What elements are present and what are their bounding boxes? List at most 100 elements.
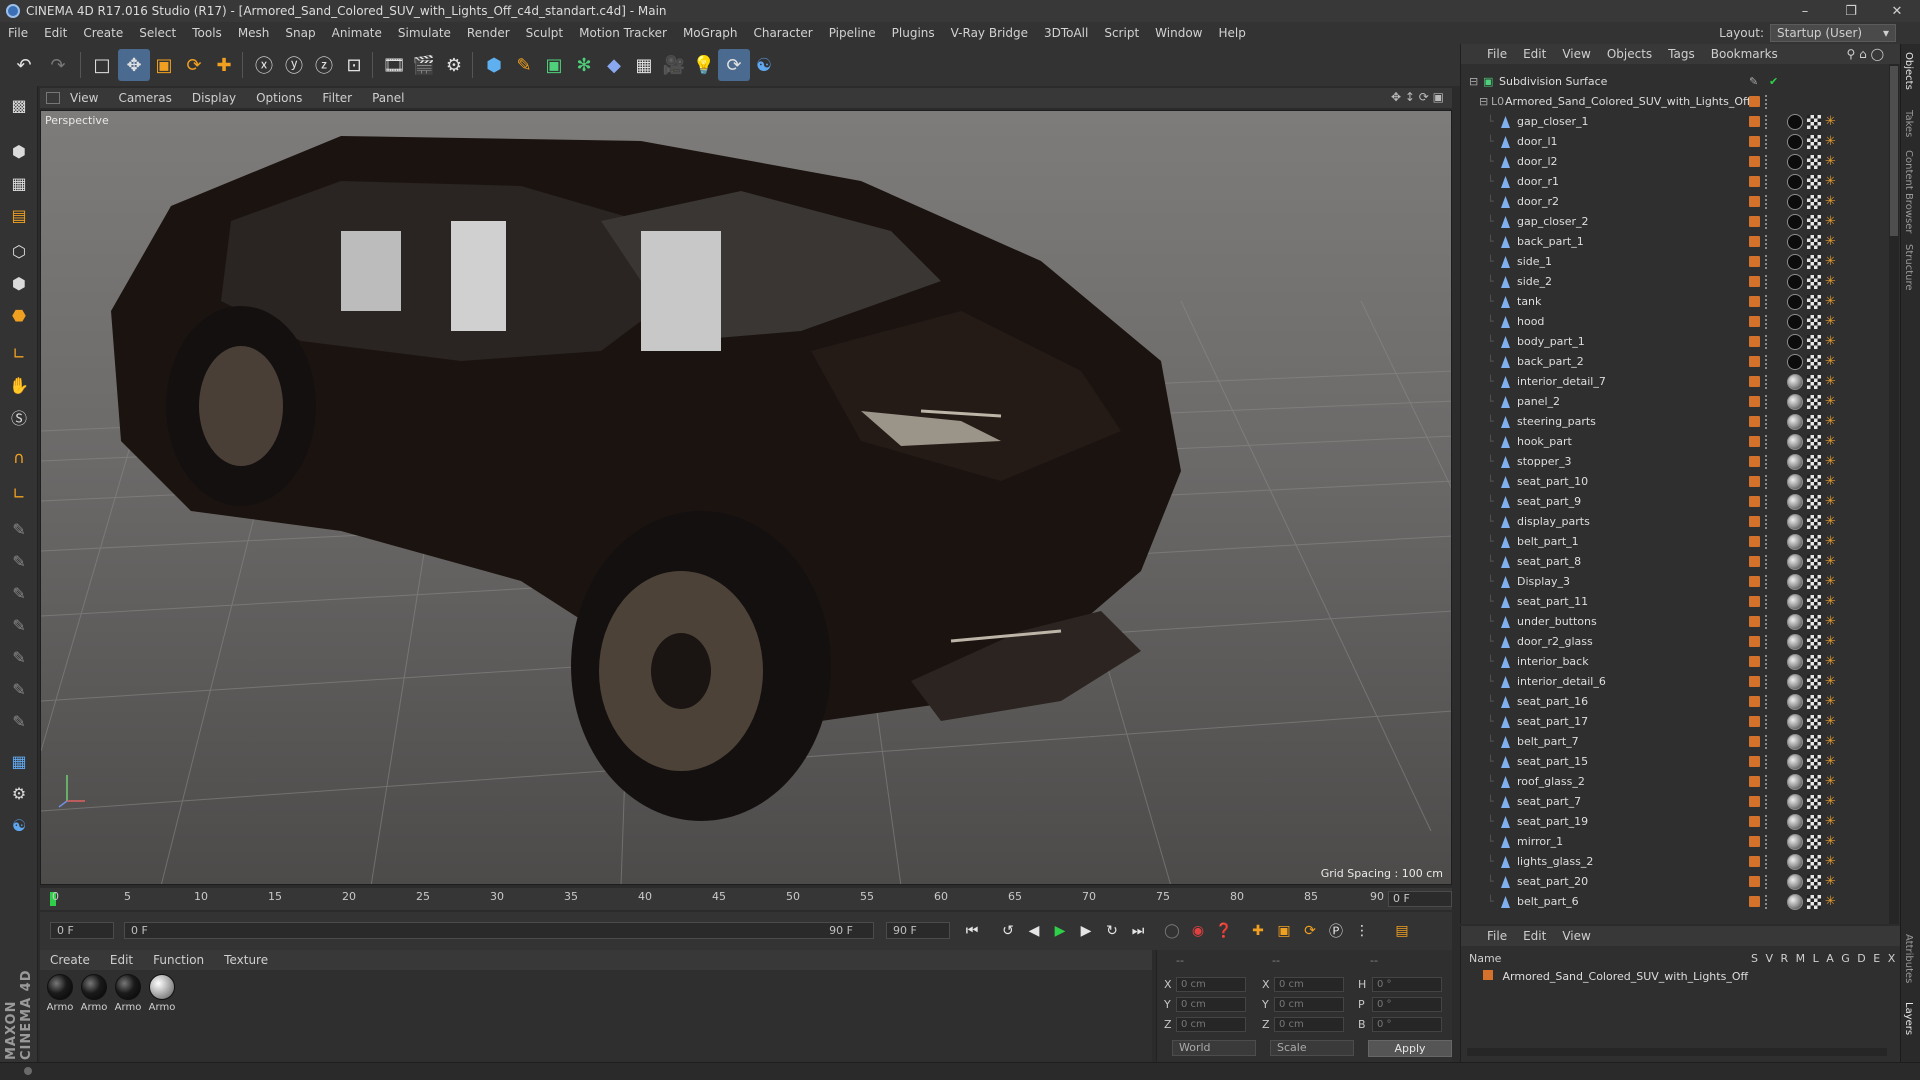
object-row[interactable]: └ seat_part_20 ✳	[1461, 872, 1891, 892]
position-x-field[interactable]: 0 cm	[1176, 977, 1246, 992]
visibility-dots-icon[interactable]	[1765, 435, 1769, 449]
texture-tag-icon[interactable]: ✳	[1825, 634, 1836, 649]
size-z-field[interactable]: 0 cm	[1274, 1017, 1344, 1032]
uvw-tag-icon[interactable]	[1807, 215, 1821, 229]
material-tag-icon[interactable]	[1787, 314, 1803, 330]
material-tag-icon[interactable]	[1787, 214, 1803, 230]
object-row[interactable]: └ back_part_2 ✳	[1461, 352, 1891, 372]
texture-tag-icon[interactable]: ✳	[1825, 694, 1836, 709]
size-x-field[interactable]: 0 cm	[1274, 977, 1344, 992]
visibility-dots-icon[interactable]	[1765, 755, 1769, 769]
material-tag-icon[interactable]	[1787, 734, 1803, 750]
layout-dropdown[interactable]: Startup (User) ▾	[1770, 24, 1896, 42]
material-tag-icon[interactable]	[1787, 774, 1803, 790]
uvw-tag-icon[interactable]	[1807, 575, 1821, 589]
uvw-tag-icon[interactable]	[1807, 415, 1821, 429]
object-row[interactable]: └ interior_detail_6 ✳	[1461, 672, 1891, 692]
texture-tag-icon[interactable]: ✳	[1825, 714, 1836, 729]
go-to-start-icon[interactable]: ⏮	[960, 920, 984, 942]
texture-tag-icon[interactable]: ✳	[1825, 194, 1836, 209]
object-row[interactable]: └ hood ✳	[1461, 312, 1891, 332]
material-tag-icon[interactable]	[1787, 754, 1803, 770]
texture-tag-icon[interactable]: ✳	[1825, 894, 1836, 909]
coordinate-mode-dropdown[interactable]: World	[1172, 1040, 1256, 1056]
rotation-p-field[interactable]: 0 °	[1372, 997, 1442, 1012]
menu-mesh[interactable]: Mesh	[230, 26, 278, 40]
object-row[interactable]: └ belt_part_6 ✳	[1461, 892, 1891, 912]
model-mode-icon[interactable]: ⬢	[3, 136, 35, 166]
material-tag-icon[interactable]	[1787, 194, 1803, 210]
object-row[interactable]: └ belt_part_1 ✳	[1461, 532, 1891, 552]
visibility-dots-icon[interactable]	[1765, 675, 1769, 689]
object-row[interactable]: └ body_part_1 ✳	[1461, 332, 1891, 352]
pull-brush-icon[interactable]: ✎	[3, 546, 35, 576]
array-icon[interactable]: ✻	[568, 49, 600, 81]
undo-icon[interactable]: ↶	[8, 49, 40, 81]
object-row[interactable]: └ interior_back ✳	[1461, 652, 1891, 672]
menu-create[interactable]: Create	[75, 26, 131, 40]
uvw-tag-icon[interactable]	[1807, 335, 1821, 349]
visibility-dots-icon[interactable]	[1765, 475, 1769, 489]
timeline-window-icon[interactable]: ▤	[1390, 920, 1414, 942]
material-tag-icon[interactable]	[1787, 854, 1803, 870]
material-tag-icon[interactable]	[1787, 154, 1803, 170]
enabled-check-icon[interactable]: ✔	[1769, 75, 1778, 88]
uvw-tag-icon[interactable]	[1807, 355, 1821, 369]
object-menu-file[interactable]: File	[1479, 47, 1515, 61]
layer-menu-edit[interactable]: Edit	[1515, 929, 1554, 943]
material-tag-icon[interactable]	[1787, 174, 1803, 190]
material-tag-icon[interactable]	[1787, 834, 1803, 850]
visibility-dots-icon[interactable]	[1765, 375, 1769, 389]
uvw-tag-icon[interactable]	[1807, 855, 1821, 869]
material-menu-function[interactable]: Function	[143, 953, 214, 967]
visibility-dots-icon[interactable]	[1765, 215, 1769, 229]
menu-mograph[interactable]: MoGraph	[675, 26, 746, 40]
visibility-dots-icon[interactable]	[1765, 775, 1769, 789]
menu-pipeline[interactable]: Pipeline	[821, 26, 884, 40]
visibility-dots-icon[interactable]	[1765, 315, 1769, 329]
menu-sculpt[interactable]: Sculpt	[518, 26, 571, 40]
visibility-dots-icon[interactable]	[1765, 635, 1769, 649]
object-menu-tags[interactable]: Tags	[1660, 47, 1703, 61]
object-row[interactable]: └ door_l2 ✳	[1461, 152, 1891, 172]
texture-tag-icon[interactable]: ✳	[1825, 134, 1836, 149]
viewport-menu-panel[interactable]: Panel	[362, 91, 414, 105]
uvw-tag-icon[interactable]	[1807, 655, 1821, 669]
uvw-tag-icon[interactable]	[1807, 775, 1821, 789]
previous-frame-icon[interactable]: ◀	[1022, 920, 1046, 942]
texture-tag-icon[interactable]: ✳	[1825, 234, 1836, 249]
object-row[interactable]: └ roof_glass_2 ✳	[1461, 772, 1891, 792]
texture-tag-icon[interactable]: ✳	[1825, 394, 1836, 409]
material-tag-icon[interactable]	[1787, 814, 1803, 830]
sculpt-brush-icon[interactable]: ✎	[3, 514, 35, 544]
uvw-tag-icon[interactable]	[1807, 275, 1821, 289]
go-to-end-icon[interactable]: ⏭	[1126, 920, 1150, 942]
redo-icon[interactable]: ↷	[42, 49, 74, 81]
menu-motion-tracker[interactable]: Motion Tracker	[571, 26, 675, 40]
make-editable-icon[interactable]: ▩	[3, 90, 35, 120]
edges-mode-icon[interactable]: ⬢	[3, 268, 35, 298]
uvw-tag-icon[interactable]	[1807, 435, 1821, 449]
points-mode-icon[interactable]: ⬡	[3, 236, 35, 266]
material-tag-icon[interactable]	[1787, 254, 1803, 270]
uvw-tag-icon[interactable]	[1807, 615, 1821, 629]
uvw-tag-icon[interactable]	[1807, 795, 1821, 809]
material-tag-icon[interactable]	[1787, 674, 1803, 690]
keyframe-help-icon[interactable]: ❓	[1212, 920, 1236, 942]
material-tag-icon[interactable]	[1787, 714, 1803, 730]
visibility-dots-icon[interactable]	[1765, 555, 1769, 569]
object-row[interactable]: └ door_l1 ✳	[1461, 132, 1891, 152]
material-swatch[interactable]: Armo	[146, 974, 178, 1013]
material-tag-icon[interactable]	[1787, 494, 1803, 510]
object-row[interactable]: └ door_r2_glass ✳	[1461, 632, 1891, 652]
render-view-icon[interactable]: 🎞	[378, 49, 410, 81]
material-tag-icon[interactable]	[1787, 654, 1803, 670]
uvw-tag-icon[interactable]	[1807, 235, 1821, 249]
menu-edit[interactable]: Edit	[36, 26, 75, 40]
texture-tag-icon[interactable]: ✳	[1825, 334, 1836, 349]
magnet-icon[interactable]: ∩	[3, 442, 35, 472]
visibility-dots-icon[interactable]	[1765, 395, 1769, 409]
object-scrollbar[interactable]	[1889, 64, 1899, 924]
texture-tag-icon[interactable]: ✳	[1825, 494, 1836, 509]
material-tag-icon[interactable]	[1787, 374, 1803, 390]
